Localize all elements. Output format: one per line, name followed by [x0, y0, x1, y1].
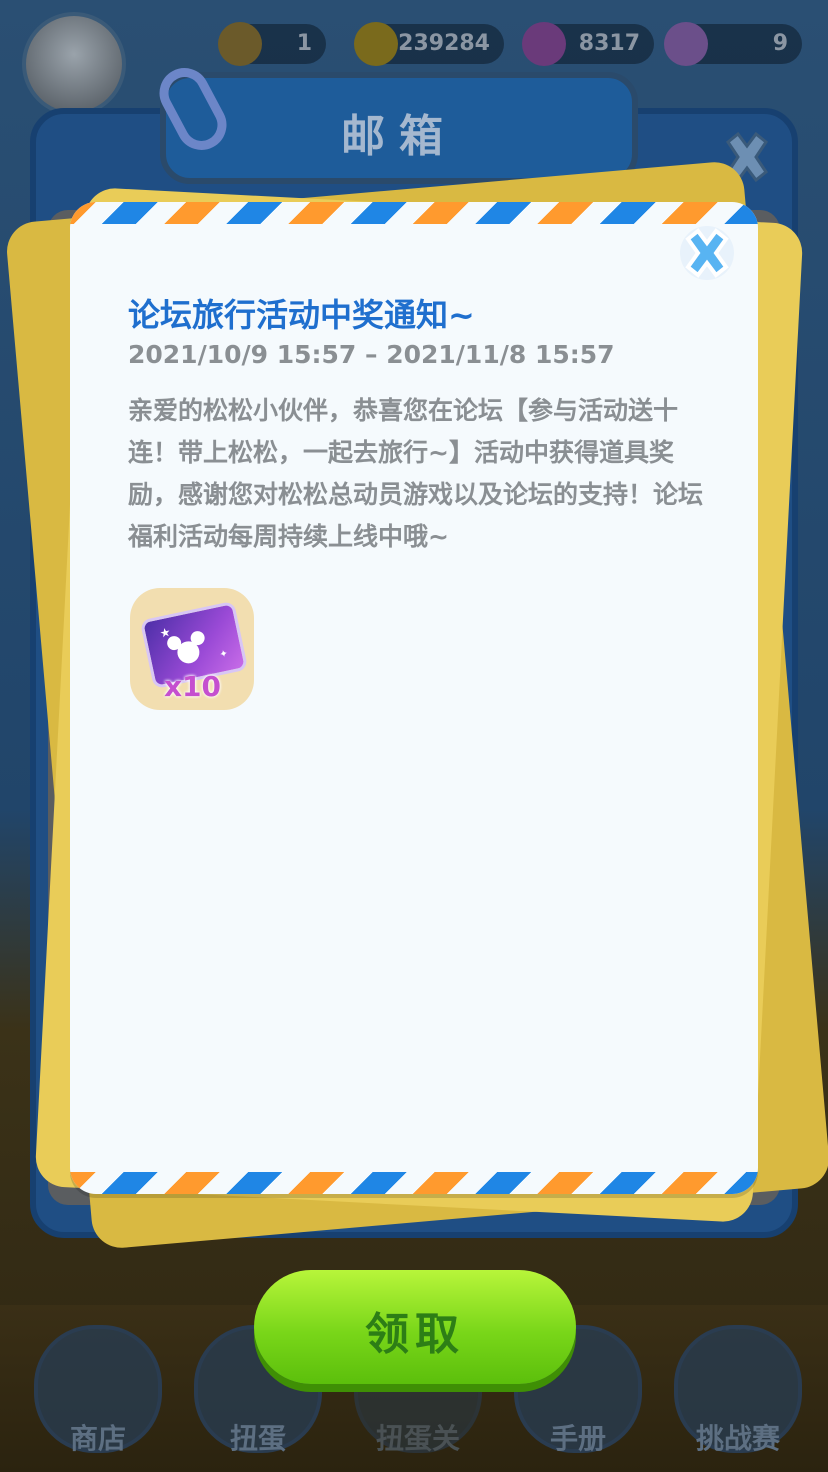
- reward-item[interactable]: ★ ✦ x10: [130, 588, 254, 710]
- gem-icon: [522, 22, 566, 66]
- svg-text:★: ★: [158, 625, 171, 641]
- tab-shop[interactable]: 商店: [34, 1325, 162, 1455]
- mail-body: 亲爱的松松小伙伴，恭喜您在论坛【参与活动送十连！带上松松，一起去旅行~】活动中获…: [128, 396, 704, 551]
- level-counter: 1: [218, 22, 326, 66]
- tab-challenge-label: 挑战赛: [695, 1422, 780, 1455]
- coin-icon: [354, 22, 398, 66]
- mail-date-range: 2021/10/9 15:57 – 2021/11/8 15:57: [128, 340, 615, 369]
- mail-letter: 论坛旅行活动中奖通知~ 2021/10/9 15:57 – 2021/11/8 …: [70, 202, 758, 1194]
- mailbox-header: 邮箱: [160, 72, 638, 184]
- coin-counter: 239284: [354, 22, 504, 66]
- crown-counter: 9: [664, 22, 802, 66]
- letter-close-icon[interactable]: [678, 224, 736, 282]
- tab-handbook-label: 手册: [549, 1422, 606, 1455]
- mail-title: 论坛旅行活动中奖通知~: [128, 296, 475, 334]
- svg-text:✦: ✦: [219, 648, 229, 661]
- crown-value: 9: [772, 31, 788, 56]
- level-value: 1: [296, 31, 312, 56]
- gem-counter: 8317: [522, 22, 654, 66]
- lightning-icon: [218, 22, 262, 66]
- claim-button-label: 领取: [365, 1310, 465, 1359]
- claim-button[interactable]: 领取: [254, 1270, 576, 1384]
- crown-icon: [664, 22, 708, 66]
- gem-value: 8317: [578, 31, 640, 56]
- reward-quantity: x10: [164, 670, 222, 703]
- coin-value: 239284: [398, 31, 490, 56]
- tab-gacha-label: 扭蛋: [229, 1422, 286, 1455]
- airmail-stripe-top: [70, 202, 758, 224]
- tab-shop-label: 商店: [69, 1422, 126, 1455]
- tab-challenge[interactable]: 挑战赛: [674, 1325, 802, 1455]
- tab-gacha-level-label: 扭蛋关: [375, 1422, 460, 1455]
- player-avatar[interactable]: [22, 12, 126, 116]
- airmail-stripe-bottom: [70, 1172, 758, 1194]
- mailbox-title: 邮箱: [341, 111, 457, 162]
